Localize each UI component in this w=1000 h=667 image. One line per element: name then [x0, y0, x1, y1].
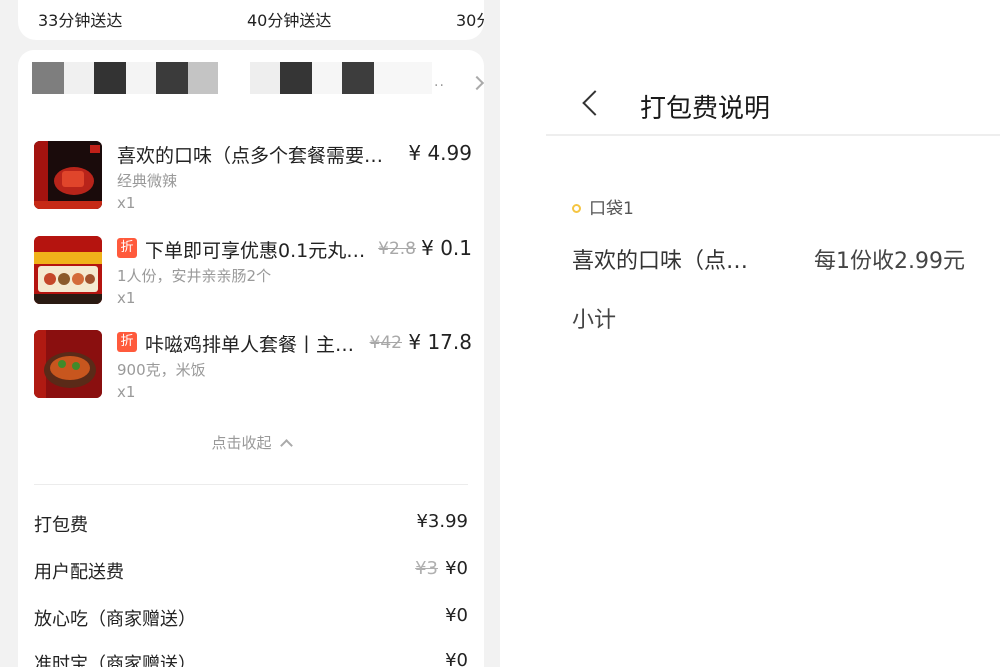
item-original-price: ¥2.8	[378, 239, 416, 259]
fee-label: 放心吃（商家赠送）	[34, 609, 196, 630]
pocket-label: 口袋1	[572, 194, 634, 219]
fee-value: ¥0	[445, 558, 468, 579]
redacted-block	[64, 62, 94, 94]
item-spec: 1人份，安井亲亲肠2个	[117, 267, 272, 285]
redacted-block	[342, 62, 374, 94]
eta-option[interactable]: 30分钟送达	[456, 7, 484, 31]
fee-row: 用户配送费 ¥3 ¥0	[34, 558, 468, 588]
item-name: 喜欢的口味（点多个套餐需要…	[117, 145, 384, 167]
item-price: ¥ 17.8	[408, 330, 472, 354]
fee-item-rate: 每1份收2.99元	[814, 249, 965, 274]
fee-label: 打包费	[34, 515, 88, 536]
item-spec: 经典微辣	[117, 172, 178, 190]
redacted-block	[374, 62, 432, 94]
collapse-button[interactable]: 点击收起	[18, 432, 484, 453]
pocket-name: 口袋1	[589, 199, 634, 219]
collapse-label: 点击收起	[211, 434, 272, 452]
ellipsis: ..	[434, 74, 445, 90]
item-quantity: x1	[117, 194, 136, 212]
shop-name-row[interactable]: ..	[32, 62, 485, 94]
fee-row: 准时宝（商家赠送） ¥0	[34, 650, 468, 667]
fee-label: 准时宝（商家赠送）	[34, 654, 196, 667]
fee-row[interactable]: 打包费 ¥3.99	[34, 511, 468, 541]
cart-item[interactable]: 折 咔嗞鸡排单人套餐丨主… ¥42 900克，米饭 x1 ¥ 17.8	[34, 330, 472, 414]
chevron-up-icon	[279, 439, 293, 452]
back-arrow-icon[interactable]	[582, 90, 608, 116]
order-card: .. 喜欢的口味（点多个套餐需要… 经典微辣 x1 ¥ 4.99 折 下单即可享…	[18, 50, 485, 667]
item-name: 下单即可享优惠0.1元丸…	[145, 240, 366, 262]
subtotal-label: 小计	[572, 308, 617, 333]
item-spec: 900克，米饭	[117, 361, 206, 379]
eta-option[interactable]: 40分钟送达	[247, 7, 331, 31]
item-quantity: x1	[117, 289, 136, 307]
order-panel: 33分钟送达 40分钟送达 30分钟送达 ..	[0, 0, 500, 667]
food-thumbnail	[34, 330, 102, 398]
fee-original-value: ¥3	[415, 558, 438, 579]
item-price: ¥ 4.99	[408, 141, 472, 165]
nav-bar: 打包费说明	[546, 0, 1000, 136]
packaging-fee-panel: 打包费说明 口袋1 喜欢的口味（点… 每1份收2.99元 小计	[500, 0, 1000, 667]
fee-row: 放心吃（商家赠送） ¥0	[34, 605, 468, 635]
cart-item[interactable]: 折 下单即可享优惠0.1元丸… ¥2.8 1人份，安井亲亲肠2个 x1 ¥ 0.…	[34, 236, 472, 320]
redacted-block	[218, 62, 250, 94]
dot-icon	[572, 204, 581, 213]
food-thumbnail	[34, 141, 102, 209]
cart-item[interactable]: 喜欢的口味（点多个套餐需要… 经典微辣 x1 ¥ 4.99	[34, 141, 472, 225]
delivery-time-card: 33分钟送达 40分钟送达 30分钟送达	[18, 0, 484, 40]
discount-badge: 折	[117, 238, 137, 258]
fee-value: ¥3.99	[416, 511, 468, 532]
fee-item-name: 喜欢的口味（点…	[572, 249, 749, 274]
redacted-block	[280, 62, 312, 94]
fee-value: ¥0	[445, 650, 468, 667]
eta-option[interactable]: 33分钟送达	[38, 7, 122, 31]
redacted-block	[188, 62, 218, 94]
item-name: 咔嗞鸡排单人套餐丨主…	[145, 334, 355, 356]
discount-badge: 折	[117, 332, 137, 352]
redacted-block	[156, 62, 188, 94]
chevron-right-icon[interactable]	[469, 75, 485, 91]
redacted-block	[312, 62, 342, 94]
food-thumbnail	[34, 236, 102, 304]
redacted-block	[250, 62, 280, 94]
item-original-price: ¥42	[369, 333, 402, 353]
fee-label: 用户配送费	[34, 562, 124, 583]
redacted-block	[94, 62, 126, 94]
redacted-block	[126, 62, 156, 94]
divider	[34, 484, 468, 485]
item-price: ¥ 0.1	[421, 236, 472, 260]
redacted-block	[32, 62, 64, 94]
page-title: 打包费说明	[640, 94, 771, 124]
fee-value: ¥0	[445, 605, 468, 626]
item-quantity: x1	[117, 383, 136, 401]
